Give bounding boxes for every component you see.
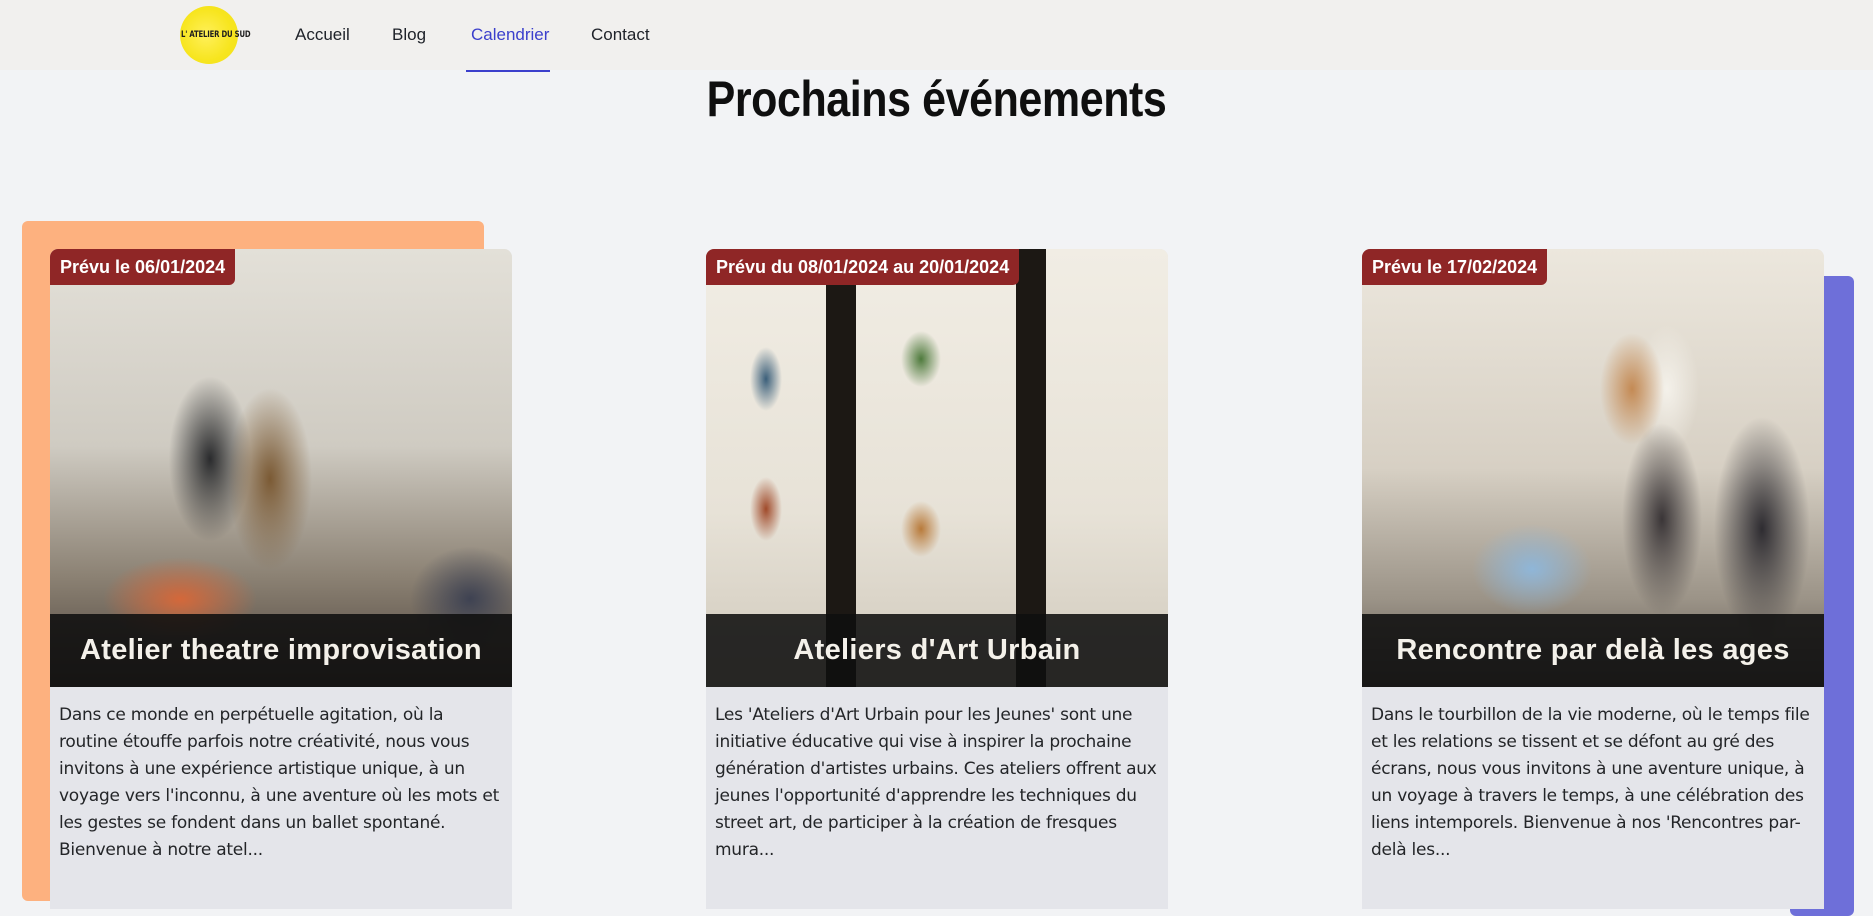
page-title: Prochains événements <box>706 71 1167 127</box>
event-card[interactable]: Prévu le 17/02/2024 Rencontre par delà l… <box>1362 249 1824 909</box>
event-date-badge: Prévu le 06/01/2024 <box>50 249 236 285</box>
nav-calendrier[interactable]: Calendrier <box>471 25 549 45</box>
event-title-band: Ateliers d'Art Urbain <box>706 614 1168 687</box>
nav-blog[interactable]: Blog <box>392 25 426 45</box>
event-date-badge: Prévu le 17/02/2024 <box>1362 249 1548 285</box>
event-description: Dans ce monde en perpétuelle agitation, … <box>59 705 500 860</box>
header-bar: L' ATELIER DU SUD Accueil Blog Calendrie… <box>0 0 1873 72</box>
event-date-badge: Prévu du 08/01/2024 au 20/01/2024 <box>706 249 1020 285</box>
nav-contact[interactable]: Contact <box>591 25 650 45</box>
event-title[interactable]: Atelier theatre improvisation <box>72 633 490 668</box>
event-title-band: Rencontre par delà les ages <box>1362 614 1824 687</box>
event-card[interactable]: Prévu le 06/01/2024 Atelier theatre impr… <box>50 249 512 909</box>
event-title[interactable]: Ateliers d'Art Urbain <box>785 633 1088 668</box>
event-description: Les 'Ateliers d'Art Urbain pour les Jeun… <box>715 705 1157 860</box>
logo-text: L' ATELIER DU SUD <box>181 30 251 40</box>
event-description: Dans le tourbillon de la vie moderne, où… <box>1371 705 1810 860</box>
event-title-band: Atelier theatre improvisation <box>50 614 512 687</box>
event-title[interactable]: Rencontre par delà les ages <box>1388 633 1797 668</box>
event-card[interactable]: Prévu du 08/01/2024 au 20/01/2024 Atelie… <box>706 249 1168 909</box>
nav-accueil[interactable]: Accueil <box>295 25 350 45</box>
